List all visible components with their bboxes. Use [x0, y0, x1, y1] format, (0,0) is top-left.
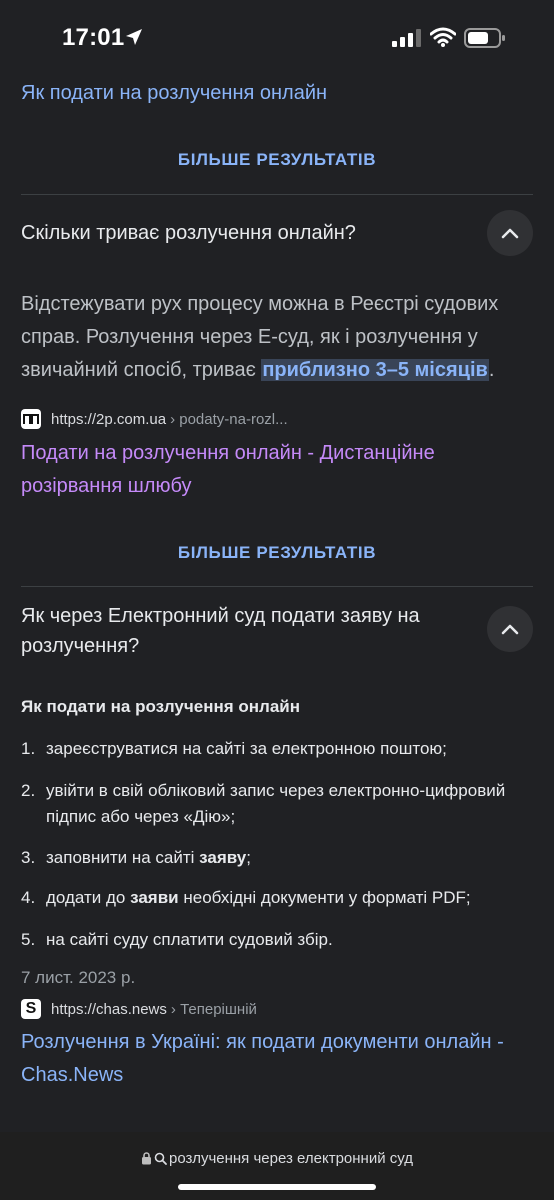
list-text: зареєструватися на сайті за електронною …	[46, 739, 447, 758]
list-number: 2.	[21, 781, 36, 800]
source-url: https://2p.com.ua	[51, 410, 167, 428]
source-path: › Теперішній	[170, 1000, 257, 1018]
list-heading: Як подати на розлучення онлайн	[21, 697, 300, 716]
home-indicator	[178, 1184, 376, 1190]
collapse-button-1[interactable]	[487, 210, 533, 256]
site-favicon-2p	[21, 409, 41, 429]
list-text: увійти в свій обліковий запис через елек…	[46, 781, 506, 826]
faq-question-2[interactable]: Як через Електронний суд подати заяву на…	[21, 601, 461, 661]
list-text: додати до заяви необхідні документи у фо…	[46, 888, 471, 907]
source-row-1[interactable]: https://2p.com.ua › podaty-na-rozl...	[21, 408, 288, 430]
battery-icon	[464, 28, 505, 48]
browser-bottom-bar: розлучення через електронний суд	[0, 1132, 554, 1200]
list-number: 1.	[21, 739, 36, 758]
list-text: на сайті суду сплатити судовий збір.	[46, 930, 333, 949]
faq-question-1[interactable]: Скільки триває розлучення онлайн?	[21, 218, 461, 248]
more-results-button[interactable]: БІЛЬШЕ РЕЗУЛЬТАТІВ	[0, 150, 554, 170]
chas-logo-icon: S	[25, 1000, 37, 1017]
answer-text-end: .	[488, 359, 495, 381]
divider	[21, 194, 533, 195]
address-query: розлучення через електронний суд	[168, 1150, 414, 1167]
site-favicon-chas: S	[21, 999, 41, 1019]
source-url: https://chas.news	[51, 1000, 167, 1018]
result-date: 7 лист. 2023 р.	[21, 968, 136, 987]
source-row-2[interactable]: S https://chas.news › Теперішній	[21, 998, 257, 1020]
collapse-button-2[interactable]	[487, 606, 533, 652]
list-text: заповнити на сайті заяву;	[46, 848, 251, 867]
search-icon	[154, 1152, 167, 1165]
top-result-link[interactable]: Як подати на розлучення онлайн	[21, 82, 327, 105]
cellular-signal-icon	[392, 29, 421, 47]
address-bar[interactable]: розлучення через електронний суд	[0, 1150, 554, 1167]
list-number: 4.	[21, 888, 36, 907]
list-number: 3.	[21, 848, 36, 867]
chevron-up-icon	[501, 624, 519, 635]
status-bar: 17:01	[0, 0, 554, 76]
more-results-button[interactable]: БІЛЬШЕ РЕЗУЛЬТАТІВ	[0, 543, 554, 563]
lock-icon	[141, 1152, 151, 1165]
chevron-up-icon	[501, 228, 519, 239]
list-number: 5.	[21, 930, 36, 949]
faq-answer-1: Відстежувати рух процесу можна в Реєстрі…	[21, 288, 536, 387]
answer-highlight: приблизно 3–5 місяців	[261, 359, 489, 381]
result-title-2[interactable]: Розлучення в Україні: як подати документ…	[21, 1026, 521, 1092]
location-arrow-icon	[126, 29, 142, 45]
result-title-1[interactable]: Подати на розлучення онлайн - Дистанційн…	[21, 437, 521, 503]
2p-logo-icon	[23, 414, 39, 424]
source-path: › podaty-na-rozl...	[170, 410, 288, 428]
divider	[21, 586, 533, 587]
status-time: 17:01	[62, 24, 125, 51]
wifi-icon	[430, 27, 456, 47]
